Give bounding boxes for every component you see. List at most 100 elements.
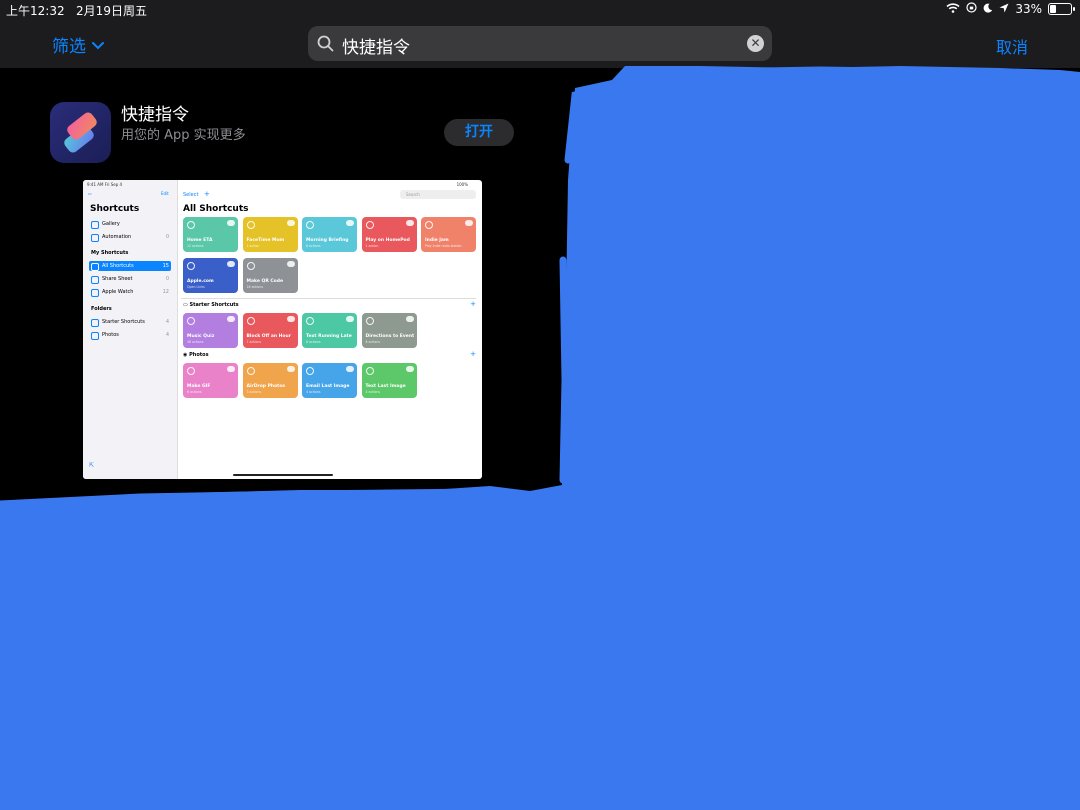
preview-edit: Edit xyxy=(161,191,169,196)
preview-shortcut-tile: Text Last Image 4 actions xyxy=(361,363,417,398)
tile-subtitle: 6 actions xyxy=(187,390,202,394)
more-icon xyxy=(286,366,295,372)
chevron-down-icon xyxy=(92,35,104,55)
preview-sidebar-title: Shortcuts xyxy=(90,204,140,214)
sidebar-item-icon xyxy=(91,263,99,271)
preview-shortcut-tile: Email Last Image 4 actions xyxy=(302,363,357,398)
preview-my-shortcuts-header: My Shortcuts xyxy=(91,250,129,256)
preview-status-time: 9:41 AM Fri Sep 4 xyxy=(87,182,123,187)
preview-shortcut-tile: Play on HomePod 1 action xyxy=(361,217,417,252)
tile-title: Email Last Image xyxy=(306,384,350,389)
preview-main-title: All Shortcuts xyxy=(183,204,249,214)
filter-button[interactable]: 筛选 xyxy=(52,32,104,57)
more-icon xyxy=(227,366,235,372)
sidebar-item-count: 15 xyxy=(162,263,169,269)
preview-shortcut-tile: FaceTime Mom 1 action xyxy=(242,217,298,252)
tile-subtitle: 1 action xyxy=(365,244,379,248)
more-icon xyxy=(346,316,354,322)
tile-title: Play on HomePod xyxy=(365,238,410,243)
preview-shortcut-tile: Morning Briefing 6 actions xyxy=(302,217,357,252)
sidebar-item-icon xyxy=(91,276,99,284)
shortcut-glyph-icon xyxy=(306,221,314,229)
preview-shortcut-tile: Make GIF 6 actions xyxy=(183,363,238,398)
cancel-button[interactable]: 取消 xyxy=(996,34,1028,58)
tile-subtitle: 4 actions xyxy=(306,390,321,394)
app-subtitle: 用您的 App 实现更多 xyxy=(121,128,246,143)
sidebar-item-icon xyxy=(91,234,99,242)
sidebar-item-count: 0 xyxy=(165,234,169,240)
tile-subtitle: 1 action xyxy=(246,244,260,248)
more-icon xyxy=(346,366,354,372)
preview-shortcut-tile: Block Off an Hour 7 actions xyxy=(242,313,298,348)
preview-shortcut-tile: Apple.com Open Links xyxy=(183,258,238,293)
status-right: 33% xyxy=(946,2,1075,16)
preview-plus-icon: + xyxy=(470,300,476,308)
search-nav-bar: 筛选 快捷指令 ✕ 取消 xyxy=(0,20,1080,68)
tile-title: Text Running Late xyxy=(306,334,352,339)
tile-title: Make QR Code xyxy=(246,279,284,284)
more-icon xyxy=(405,366,414,372)
more-icon xyxy=(346,220,354,226)
search-input[interactable]: 快捷指令 xyxy=(342,33,410,58)
sidebar-item-count: 12 xyxy=(162,289,169,295)
wifi-icon xyxy=(946,2,960,16)
tile-subtitle: 7 actions xyxy=(246,340,262,344)
sidebar-item-count: 4 xyxy=(165,332,169,338)
sidebar-toggle-icon: ▭ xyxy=(88,191,92,196)
status-bar: 上午12:32 2月19日周五 33% xyxy=(0,0,1080,20)
preview-starter-header: ▭ Starter Shortcuts xyxy=(183,302,239,308)
tile-subtitle: 6 actions xyxy=(306,244,321,248)
tile-title: Apple.com xyxy=(187,279,214,284)
tile-title: Block Off an Hour xyxy=(246,334,291,339)
more-icon xyxy=(227,316,235,322)
tile-subtitle: 4 actions xyxy=(365,390,381,394)
sidebar-item-label: Share Sheet xyxy=(102,276,133,282)
more-icon xyxy=(405,316,414,322)
sidebar-item-count: 0 xyxy=(165,276,169,282)
tile-title: Morning Briefing xyxy=(306,238,349,243)
sidebar-item-icon xyxy=(91,221,99,229)
shortcut-glyph-icon xyxy=(246,262,255,270)
more-icon xyxy=(286,220,295,226)
preview-battery: 100% xyxy=(456,182,468,187)
preview-photos-header: ◉ Photos xyxy=(183,352,209,358)
app-screenshot-preview[interactable]: 9:41 AM Fri Sep 4 ▭ Edit Shortcuts Galle… xyxy=(83,180,482,479)
filter-label: 筛选 xyxy=(52,37,86,57)
sidebar-item-icon xyxy=(91,332,99,340)
shortcut-glyph-icon xyxy=(246,317,255,325)
clear-search-icon[interactable]: ✕ xyxy=(747,35,764,52)
preview-shortcut-tile: Directions to Event 8 actions xyxy=(361,313,417,348)
search-icon xyxy=(317,35,334,56)
location-icon xyxy=(999,2,1009,16)
tile-title: Make GIF xyxy=(187,384,211,389)
new-folder-icon: ⇱ xyxy=(89,462,95,469)
open-button[interactable]: 打开 xyxy=(444,119,514,146)
more-icon xyxy=(286,316,295,322)
tile-title: Text Last Image xyxy=(365,384,406,389)
sidebar-item-label: Gallery xyxy=(102,221,120,227)
search-field[interactable]: 快捷指令 ✕ xyxy=(308,26,772,61)
preview-sidebar-item: Apple Watch 12 xyxy=(89,287,171,297)
preview-sidebar-item: Gallery xyxy=(89,219,171,229)
sidebar-item-count: 4 xyxy=(165,319,169,325)
more-icon xyxy=(286,261,295,267)
preview-sidebar: 9:41 AM Fri Sep 4 ▭ Edit Shortcuts Galle… xyxy=(83,180,178,479)
tile-subtitle: 16 actions xyxy=(246,285,264,289)
preview-sidebar-item: Automation 0 xyxy=(89,232,171,242)
more-icon xyxy=(405,220,414,226)
orientation-lock-icon xyxy=(966,2,977,16)
tile-subtitle: Play indie radio station xyxy=(425,244,462,248)
preview-add-icon: + xyxy=(204,190,210,198)
shortcuts-app-icon[interactable] xyxy=(50,102,111,163)
sidebar-item-label: Starter Shortcuts xyxy=(102,319,145,325)
tile-title: Directions to Event xyxy=(365,334,415,339)
tile-title: FaceTime Mom xyxy=(246,238,285,243)
preview-shortcut-tile: Home ETA 12 actions xyxy=(183,217,238,252)
tile-title: Home ETA xyxy=(187,238,213,243)
sidebar-item-label: Apple Watch xyxy=(102,289,134,295)
shortcut-glyph-icon xyxy=(187,317,195,325)
app-name[interactable]: 快捷指令 xyxy=(121,100,189,125)
preview-folders-header: Folders xyxy=(91,306,112,312)
preview-shortcut-tile: Music Quiz 48 actions xyxy=(183,313,238,348)
shortcut-glyph-icon xyxy=(306,317,314,325)
